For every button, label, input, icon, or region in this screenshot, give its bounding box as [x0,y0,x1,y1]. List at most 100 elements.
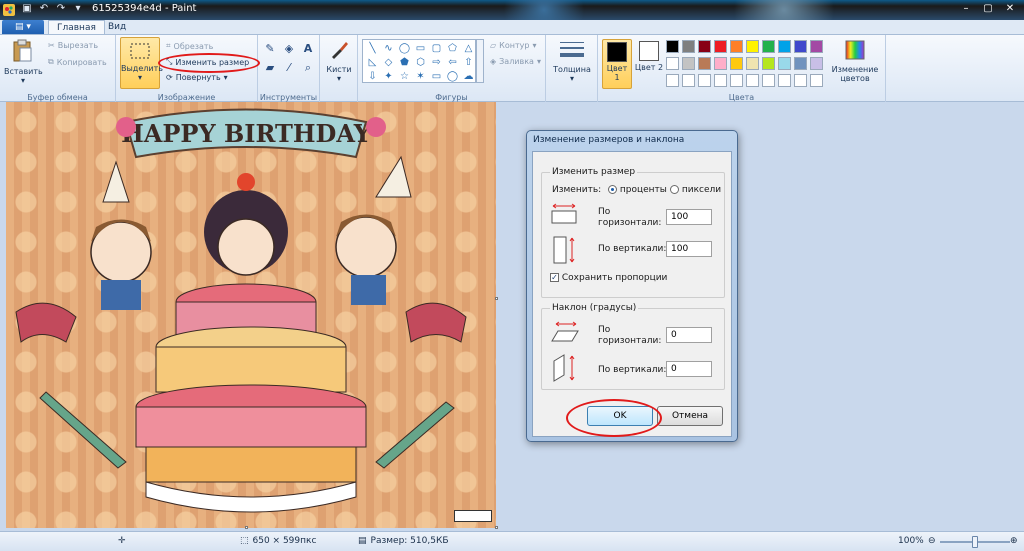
palette-swatch[interactable] [762,74,775,87]
percent-radio[interactable] [608,185,617,194]
polygon-shape-icon[interactable]: ⬠ [445,42,460,55]
redo-icon[interactable]: ↷ [54,2,68,16]
file-menu-button[interactable]: ▤ ▾ [2,20,44,34]
callout-oval-shape-icon[interactable]: ◯ [445,70,460,83]
left-arrow-shape-icon[interactable]: ⇦ [445,56,460,69]
undo-icon[interactable]: ↶ [37,2,51,16]
skew-vertical-input[interactable]: 0 [666,361,712,377]
four-point-star-shape-icon[interactable]: ✦ [381,70,396,83]
rounded-rectangle-shape-icon[interactable]: ▢ [429,42,444,55]
color2-button[interactable]: Цвет 2 [634,39,664,89]
text-icon[interactable]: A [300,41,316,57]
palette-swatch[interactable] [762,40,775,53]
palette-swatch[interactable] [794,57,807,70]
palette-swatch[interactable] [714,74,727,87]
crop-button[interactable]: ⌗ Обрезать [166,41,213,51]
right-triangle-shape-icon[interactable]: ◺ [365,56,380,69]
palette-swatch[interactable] [698,57,711,70]
pencil-icon[interactable]: ✎ [262,41,278,57]
down-arrow-shape-icon[interactable]: ⇩ [365,70,380,83]
paste-button[interactable]: Вставить ▾ [4,39,43,85]
five-point-star-shape-icon[interactable]: ☆ [397,70,412,83]
edit-colors-button[interactable]: Изменение цветов [830,39,880,83]
palette-swatch[interactable] [778,40,791,53]
outline-button[interactable]: ▱ Контур ▾ [490,41,536,50]
maximize-button[interactable]: ▢ [978,2,998,16]
palette-swatch[interactable] [682,40,695,53]
palette-swatch[interactable] [746,57,759,70]
palette-swatch[interactable] [682,57,695,70]
hexagon-shape-icon[interactable]: ⬡ [413,56,428,69]
pixels-radio[interactable] [670,185,679,194]
palette-swatch[interactable] [778,57,791,70]
copy-button[interactable]: ⧉ Копировать [48,57,107,67]
keep-ratio-checkbox[interactable]: ✓ [550,273,559,282]
palette-swatch[interactable] [746,74,759,87]
palette-swatch[interactable] [666,40,679,53]
palette-swatch[interactable] [794,74,807,87]
tab-view[interactable]: Вид [100,20,134,34]
color1-button[interactable]: Цвет 1 [602,39,632,89]
zoom-slider-thumb[interactable] [972,536,978,548]
palette-swatch[interactable] [698,40,711,53]
palette-swatch[interactable] [810,74,823,87]
resize-vertical-input[interactable]: 100 [666,241,712,257]
palette-swatch[interactable] [810,57,823,70]
resize-horizontal-input[interactable]: 100 [666,209,712,225]
canvas-resize-handle-corner[interactable] [495,526,498,529]
diamond-shape-icon[interactable]: ◇ [381,56,396,69]
color-picker-icon[interactable]: ⁄ [281,60,297,76]
callout-rect-shape-icon[interactable]: ▭ [429,70,444,83]
palette-swatch[interactable] [682,74,695,87]
magnifier-icon[interactable]: ⌕ [300,60,316,76]
paint-app-icon[interactable] [2,3,16,17]
close-button[interactable]: ✕ [1000,2,1020,16]
zoom-in-button[interactable]: ⊕ [1010,536,1018,546]
right-arrow-shape-icon[interactable]: ⇨ [429,56,444,69]
brushes-button[interactable]: Кисти ▾ [323,39,355,83]
canvas-workspace[interactable]: HAPPY BIRTHDAY [0,102,1024,531]
minimize-button[interactable]: – [956,2,976,16]
palette-swatch[interactable] [762,57,775,70]
customize-icon[interactable]: ▾ [71,2,85,16]
callout-cloud-shape-icon[interactable]: ☁ [461,70,476,83]
zoom-out-button[interactable]: ⊖ [928,536,936,546]
palette-swatch[interactable] [730,74,743,87]
pixels-option[interactable]: пиксели [670,185,721,195]
fill-button[interactable]: ◈ Заливка ▾ [490,57,541,66]
palette-swatch[interactable] [730,40,743,53]
tab-home[interactable]: Главная [48,20,105,34]
drawing-canvas[interactable]: HAPPY BIRTHDAY [6,102,496,528]
rotate-button[interactable]: ⟳ Повернуть ▾ [166,73,228,82]
palette-swatch[interactable] [746,40,759,53]
six-point-star-shape-icon[interactable]: ✶ [413,70,428,83]
percent-option[interactable]: проценты [608,185,667,195]
keep-ratio-option[interactable]: ✓ Сохранить пропорции [550,273,667,283]
triangle-shape-icon[interactable]: △ [461,42,476,55]
palette-swatch[interactable] [714,57,727,70]
size-button[interactable]: Толщина ▾ [552,39,592,83]
cut-button[interactable]: ✂ Вырезать [48,41,98,50]
canvas-resize-handle-bottom[interactable] [245,526,248,529]
rectangle-shape-icon[interactable]: ▭ [413,42,428,55]
curve-shape-icon[interactable]: ∿ [381,42,396,55]
oval-shape-icon[interactable]: ◯ [397,42,412,55]
up-arrow-shape-icon[interactable]: ⇧ [461,56,476,69]
palette-swatch[interactable] [794,40,807,53]
palette-swatch[interactable] [714,40,727,53]
palette-swatch[interactable] [666,57,679,70]
fill-icon[interactable]: ◈ [281,41,297,57]
save-icon[interactable]: ▣ [20,2,34,16]
cancel-button[interactable]: Отмена [657,406,723,426]
select-button[interactable]: Выделить ▾ [120,37,163,89]
palette-swatch[interactable] [810,40,823,53]
skew-horizontal-input[interactable]: 0 [666,327,712,343]
shapes-scrollbar[interactable] [476,39,484,83]
palette-swatch[interactable] [698,74,711,87]
palette-swatch[interactable] [730,57,743,70]
canvas-resize-handle-right[interactable] [495,297,498,300]
palette-swatch[interactable] [666,74,679,87]
palette-swatch[interactable] [778,74,791,87]
line-shape-icon[interactable]: ╲ [365,42,380,55]
eraser-icon[interactable]: ▰ [262,60,278,76]
